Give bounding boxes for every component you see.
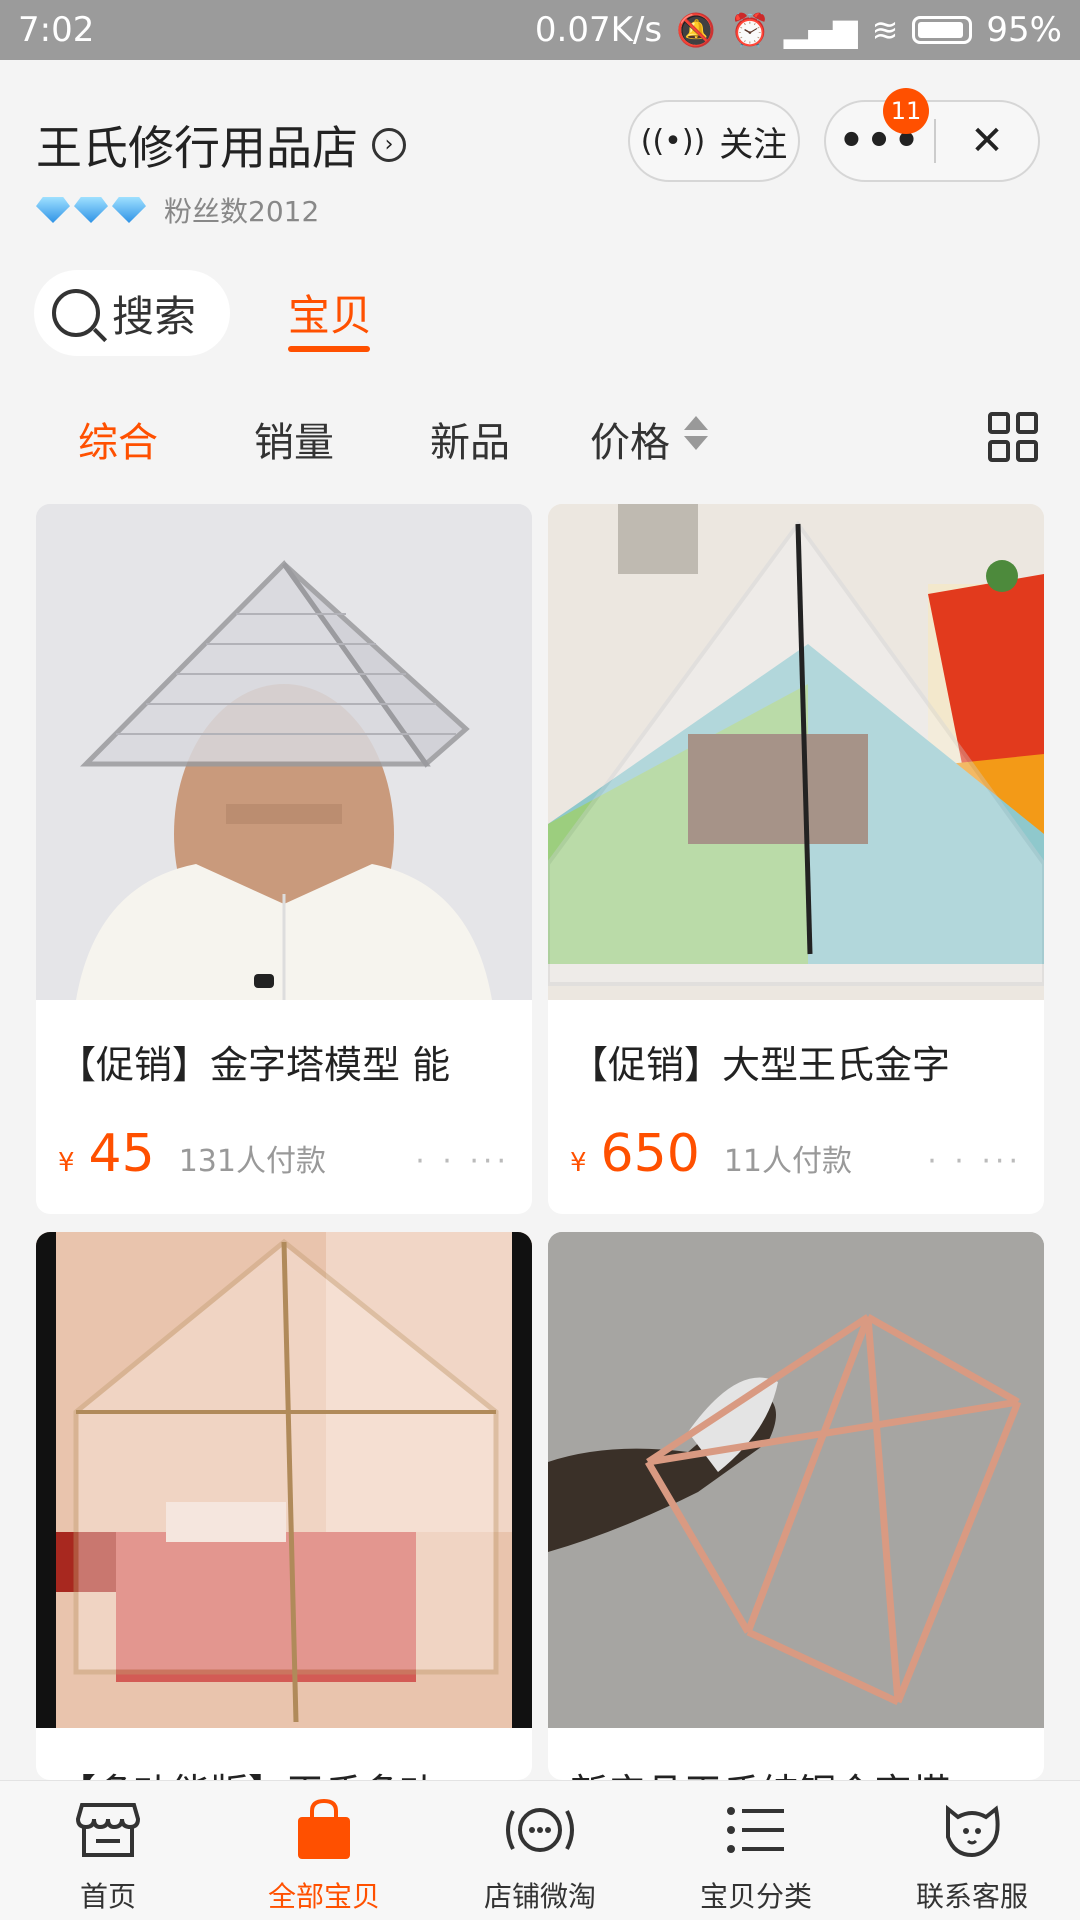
more-options-icon[interactable]: · · ···	[927, 1144, 1022, 1179]
chevron-right-circle-icon: ›	[372, 128, 406, 162]
diamond-icon	[112, 197, 146, 223]
store-meta: 粉丝数2012	[36, 190, 319, 230]
sort-bar: 综合 销量 新品 价格	[0, 390, 1080, 480]
diamond-icon	[74, 197, 108, 223]
product-title: 【促销】大型王氏金字	[570, 1043, 951, 1087]
product-image[interactable]	[36, 504, 532, 1000]
status-indicators: 0.07K/s 🔕 ⏰ ▂▄▆ ≋ 95%	[535, 10, 1062, 50]
product-card[interactable]: 【促销】金字塔模型 能 ¥ 45 131人付款 · · ···	[36, 504, 532, 1214]
shopping-bag-icon	[289, 1799, 359, 1861]
product-image[interactable]	[548, 1232, 1044, 1728]
status-time: 7:02	[18, 10, 95, 50]
wifi-icon: ≋	[871, 11, 899, 49]
sort-comprehensive[interactable]: 综合	[78, 410, 158, 468]
alarm-icon: ⏰	[729, 11, 770, 49]
grid-view-icon[interactable]	[988, 412, 1038, 462]
nav-categories[interactable]: 宝贝分类	[648, 1781, 864, 1920]
network-speed: 0.07K/s	[534, 10, 663, 50]
mute-icon: 🔕	[676, 11, 716, 49]
mini-program-capsule: ••• ✕	[824, 100, 1040, 182]
sort-new[interactable]: 新品	[430, 410, 510, 468]
battery-level: 95%	[986, 10, 1062, 50]
store-header: 王氏修行用品店 › 粉丝数2012 ((•)) 关注 ••• ✕ 11	[0, 60, 1080, 250]
search-button[interactable]: 搜索	[34, 270, 230, 356]
sort-sales[interactable]: 销量	[254, 410, 334, 468]
status-bar: 7:02 0.07K/s 🔕 ⏰ ▂▄▆ ≋ 95%	[0, 0, 1080, 60]
fans-count: 粉丝数2012	[164, 195, 320, 228]
tab-underline	[288, 346, 370, 352]
product-price: 650	[600, 1124, 700, 1184]
tab-products[interactable]: 宝贝	[288, 282, 372, 343]
product-title: 新产品王氏纯铜金字塔	[570, 1762, 950, 1780]
nav-label: 店铺微淘	[483, 1880, 596, 1913]
notification-badge: 11	[883, 88, 929, 134]
product-card[interactable]: 新产品王氏纯铜金字塔	[548, 1232, 1044, 1780]
nav-label: 首页	[79, 1880, 136, 1913]
follow-label: 关注	[719, 124, 788, 165]
broadcast-icon	[505, 1799, 575, 1861]
nav-store-feed[interactable]: 店铺微淘	[432, 1781, 648, 1920]
broadcast-icon: ((•))	[640, 123, 706, 159]
bottom-nav: 首页 全部宝贝 店铺微淘 宝贝分类 联系客服	[0, 1780, 1080, 1920]
list-icon	[721, 1799, 791, 1861]
search-icon	[52, 289, 100, 337]
nav-customer-service[interactable]: 联系客服	[864, 1781, 1080, 1920]
nav-label: 宝贝分类	[699, 1880, 812, 1913]
sort-arrows-icon	[682, 416, 710, 458]
sold-count: 131人付款	[178, 1144, 326, 1179]
nav-all-products[interactable]: 全部宝贝	[216, 1781, 432, 1920]
product-card[interactable]: 【多功能版】王氏多功	[36, 1232, 532, 1780]
nav-label: 联系客服	[915, 1880, 1028, 1913]
product-card[interactable]: 【促销】大型王氏金字 ¥ 650 11人付款 · · ···	[548, 504, 1044, 1214]
diamond-icon	[36, 197, 70, 223]
sort-price[interactable]: 价格	[590, 410, 670, 468]
product-title: 【促销】金字塔模型 能	[58, 1043, 451, 1087]
store-title[interactable]: 王氏修行用品店 ›	[36, 112, 406, 178]
chat-face-icon	[937, 1799, 1007, 1861]
close-button[interactable]: ✕	[936, 118, 1038, 164]
product-image[interactable]	[36, 1232, 532, 1728]
battery-icon	[912, 16, 973, 44]
signal-icon: ▂▄▆	[783, 11, 858, 49]
nav-label: 全部宝贝	[267, 1880, 380, 1913]
price-row: ¥ 650 11人付款	[570, 1124, 852, 1184]
search-label: 搜索	[112, 291, 197, 341]
currency-symbol: ¥	[58, 1148, 75, 1178]
diamond-rating	[36, 197, 146, 223]
product-image[interactable]	[548, 504, 1044, 1000]
price-row: ¥ 45 131人付款	[58, 1124, 326, 1184]
follow-button[interactable]: ((•)) 关注	[628, 100, 800, 182]
more-options-icon[interactable]: · · ···	[415, 1144, 510, 1179]
sold-count: 11人付款	[723, 1144, 852, 1179]
nav-home[interactable]: 首页	[0, 1781, 216, 1920]
product-price: 45	[88, 1124, 155, 1184]
store-icon	[73, 1799, 143, 1861]
store-name: 王氏修行用品店	[36, 121, 358, 175]
currency-symbol: ¥	[570, 1148, 587, 1178]
product-title: 【多功能版】王氏多功	[58, 1762, 438, 1780]
tab-row: 搜索 宝贝	[0, 250, 1080, 370]
